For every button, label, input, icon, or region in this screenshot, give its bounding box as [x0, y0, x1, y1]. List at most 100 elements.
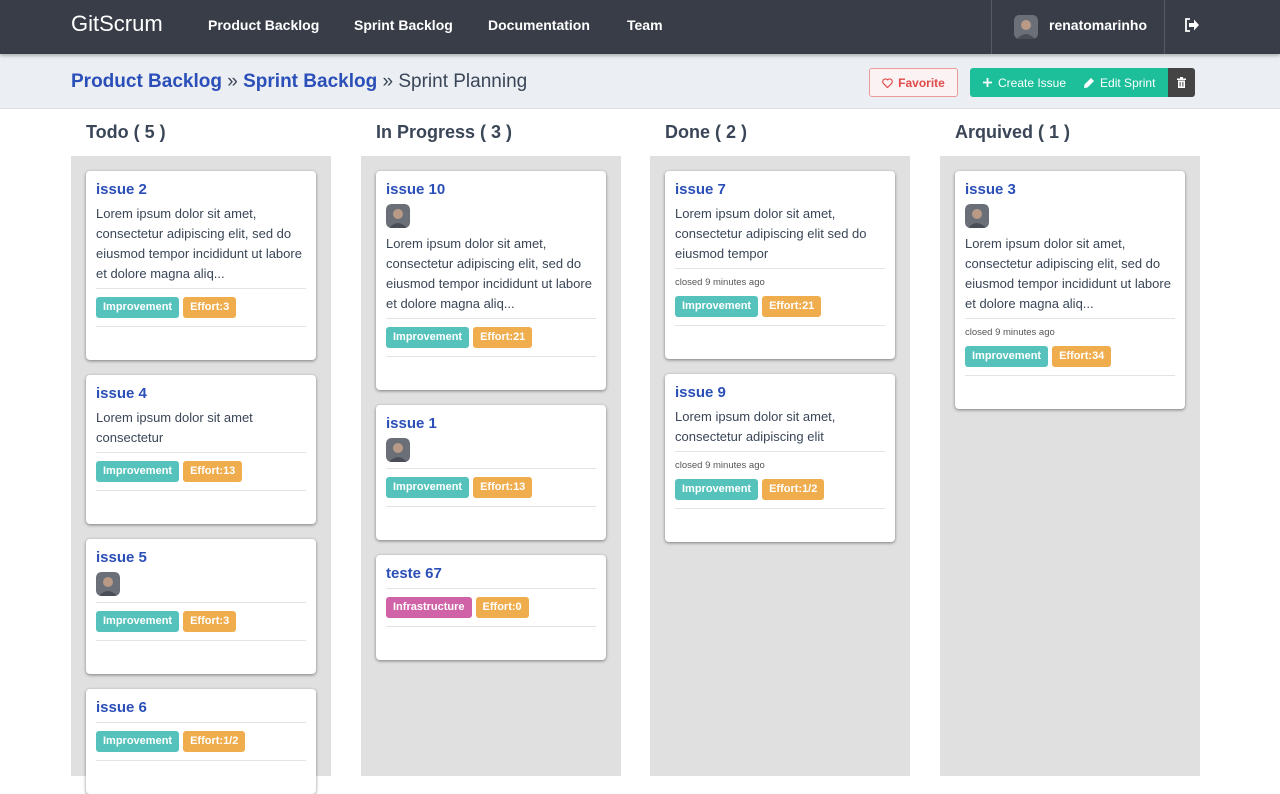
issue-card[interactable]: issue 9 Lorem ipsum dolor sit amet, cons… [665, 374, 895, 542]
column-title: Arquived ( 1 ) [955, 122, 1071, 142]
sign-out-icon[interactable] [1184, 16, 1200, 34]
issue-card[interactable]: issue 10 Lorem ipsum dolor sit amet, con… [376, 171, 606, 390]
effort-label: Effort:21 [762, 296, 822, 317]
type-label: Improvement [386, 327, 470, 348]
effort-label: Effort:21 [473, 327, 533, 348]
effort-label: Effort:1/2 [762, 479, 825, 500]
column-dropzone[interactable]: issue 2 Lorem ipsum dolor sit amet, cons… [71, 156, 331, 794]
issue-card[interactable]: issue 4 Lorem ipsum dolor sit amet conse… [86, 375, 316, 524]
issue-title[interactable]: issue 4 [96, 385, 306, 403]
column-title: Done ( 2 ) [665, 122, 748, 142]
breadcrumb-current: Sprint Planning [398, 71, 528, 92]
user-menu[interactable]: renatomarinho [991, 0, 1165, 54]
assignee-avatar [965, 204, 989, 228]
type-label: Improvement [96, 611, 180, 632]
card-footer [96, 640, 306, 674]
closed-timestamp: closed 9 minutes ago [675, 460, 765, 471]
issue-description: Lorem ipsum dolor sit amet, consectetur … [386, 236, 592, 311]
issue-labels: Improvement Effort:21 [675, 288, 885, 325]
issue-labels: Improvement Effort:1/2 [675, 471, 885, 508]
effort-label: Effort:1/2 [183, 731, 246, 752]
issue-title[interactable]: issue 1 [386, 415, 596, 433]
type-label: Improvement [675, 296, 759, 317]
assignee-avatar [386, 438, 410, 462]
card-footer [96, 760, 306, 794]
effort-label: Effort:3 [183, 297, 237, 318]
effort-label: Effort:13 [183, 461, 243, 482]
create-issue-label: Create Issue [998, 75, 1067, 90]
nav-documentation[interactable]: Documentation [488, 17, 590, 33]
type-label: Infrastructure [386, 597, 472, 618]
column-dropzone[interactable]: issue 7 Lorem ipsum dolor sit amet, cons… [650, 156, 910, 776]
issue-title[interactable]: issue 5 [96, 549, 306, 567]
card-footer [386, 356, 596, 390]
column-dropzone[interactable]: issue 10 Lorem ipsum dolor sit amet, con… [361, 156, 621, 776]
issue-labels: Improvement Effort:21 [386, 319, 596, 356]
issue-labels: Improvement Effort:3 [96, 289, 306, 326]
breadcrumb-separator: » [227, 71, 238, 92]
trash-icon [1177, 77, 1187, 88]
effort-label: Effort:3 [183, 611, 237, 632]
favorite-label: Favorite [898, 75, 945, 90]
issue-title[interactable]: issue 6 [96, 699, 306, 717]
top-navbar: GitScrum Product Backlog Sprint Backlog … [0, 0, 1280, 54]
nav-team[interactable]: Team [627, 17, 663, 33]
breadcrumb-sprint-backlog[interactable]: Sprint Backlog [243, 71, 377, 92]
issue-card[interactable]: issue 1 Improvement Effort:13 [376, 405, 606, 540]
favorite-button[interactable]: Favorite [869, 68, 958, 97]
edit-sprint-label: Edit Sprint [1100, 75, 1156, 90]
create-issue-button[interactable]: Create Issue [970, 68, 1080, 97]
issue-description: Lorem ipsum dolor sit amet, consectetur … [675, 409, 836, 444]
edit-sprint-button[interactable]: Edit Sprint [1079, 68, 1169, 97]
brand-logo[interactable]: GitScrum [71, 11, 163, 37]
issue-card[interactable]: issue 2 Lorem ipsum dolor sit amet, cons… [86, 171, 316, 360]
card-footer [96, 490, 306, 524]
issue-title[interactable]: issue 2 [96, 181, 306, 199]
effort-label: Effort:34 [1052, 346, 1112, 367]
issue-title[interactable]: issue 7 [675, 181, 885, 199]
type-label: Improvement [96, 731, 180, 752]
pencil-icon [1084, 77, 1095, 88]
effort-label: Effort:0 [475, 597, 529, 618]
issue-title[interactable]: issue 9 [675, 384, 885, 402]
issue-card[interactable]: teste 67 Infrastructure Effort:0 [376, 555, 606, 660]
breadcrumb: Product Backlog » Sprint Backlog » Sprin… [71, 71, 527, 93]
issue-labels: Improvement Effort:34 [965, 338, 1175, 375]
divider [675, 451, 885, 452]
breadcrumb-separator: » [382, 71, 394, 92]
page-header: Product Backlog » Sprint Backlog » Sprin… [0, 54, 1280, 109]
divider [675, 268, 885, 269]
assignee-avatar [96, 572, 120, 596]
column-title: In Progress ( 3 ) [376, 122, 513, 142]
card-footer [675, 508, 885, 542]
breadcrumb-product-backlog[interactable]: Product Backlog [71, 71, 222, 92]
card-footer [965, 375, 1175, 409]
card-footer [96, 326, 306, 360]
column-dropzone[interactable]: issue 3 Lorem ipsum dolor sit amet, cons… [940, 156, 1200, 776]
plus-icon [983, 78, 992, 87]
issue-labels: Improvement Effort:1/2 [96, 723, 306, 760]
issue-title[interactable]: issue 10 [386, 181, 596, 199]
card-footer [386, 506, 596, 540]
issue-labels: Improvement Effort:13 [96, 453, 306, 490]
issue-title[interactable]: teste 67 [386, 565, 596, 583]
issue-description: Lorem ipsum dolor sit amet, consectetur … [96, 206, 302, 281]
nav-product-backlog[interactable]: Product Backlog [208, 17, 319, 33]
issue-card[interactable]: issue 5 Improvement Effort:3 [86, 539, 316, 674]
issue-card[interactable]: issue 6 Improvement Effort:1/2 [86, 689, 316, 794]
type-label: Improvement [965, 346, 1049, 367]
nav-sprint-backlog[interactable]: Sprint Backlog [354, 17, 453, 33]
divider [965, 318, 1175, 319]
delete-sprint-button[interactable] [1168, 68, 1196, 97]
type-label: Improvement [675, 479, 759, 500]
issue-labels: Infrastructure Effort:0 [386, 589, 596, 626]
issue-title[interactable]: issue 3 [965, 181, 1175, 199]
issue-description: Lorem ipsum dolor sit amet, consectetur … [675, 206, 867, 261]
type-label: Improvement [96, 461, 180, 482]
issue-card[interactable]: issue 7 Lorem ipsum dolor sit amet, cons… [665, 171, 895, 359]
heart-icon [882, 77, 893, 88]
assignee-avatar [386, 204, 410, 228]
type-label: Improvement [386, 477, 470, 498]
column-title: Todo ( 5 ) [86, 122, 166, 142]
issue-card[interactable]: issue 3 Lorem ipsum dolor sit amet, cons… [955, 171, 1185, 409]
